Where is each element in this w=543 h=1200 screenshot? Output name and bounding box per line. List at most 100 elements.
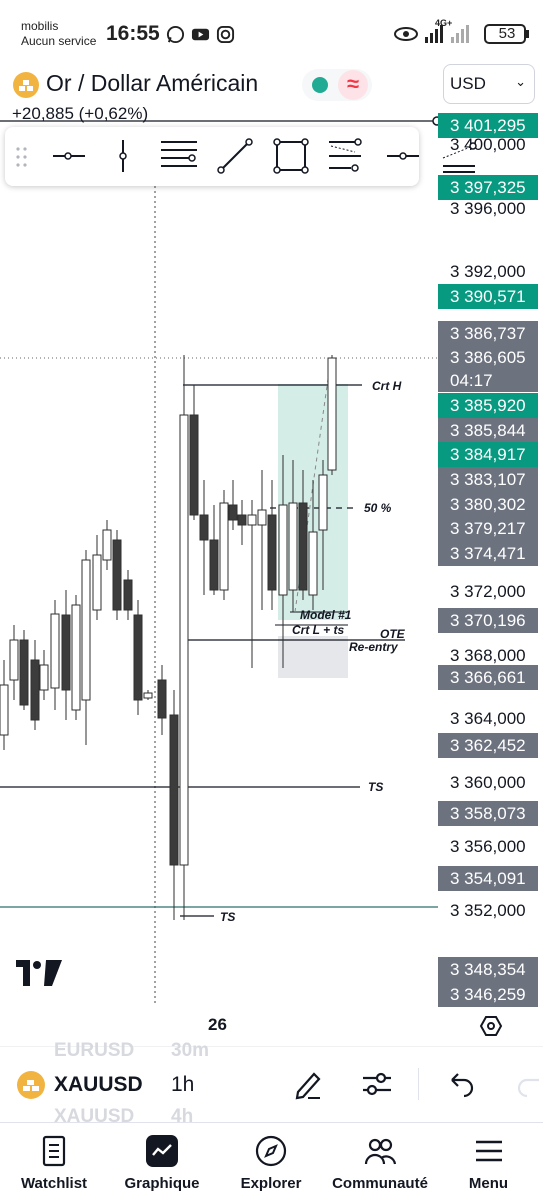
- price-axis-label: 3 360,000: [450, 773, 526, 792]
- horizontal-ray-tool-icon[interactable]: [49, 136, 89, 176]
- nav-chart[interactable]: Graphique: [108, 1123, 216, 1200]
- drag-handle-icon[interactable]: [15, 146, 29, 168]
- price-axis-label: 3 352,000: [450, 901, 526, 920]
- candle-bull: [50, 613, 60, 689]
- candle-bull: [71, 604, 81, 711]
- candle-bull: [179, 414, 189, 866]
- price-axis-label: 3 356,000: [450, 837, 526, 856]
- candle-bull: [81, 559, 91, 701]
- candle-bear: [209, 539, 219, 591]
- price-axis-label: 3 379,217: [438, 516, 538, 541]
- price-line-tool-icon[interactable]: [383, 136, 423, 176]
- candle-bull: [247, 514, 257, 526]
- candle-bear: [189, 414, 199, 516]
- price-axis-label: 3 384,917: [438, 442, 538, 467]
- candle-bear: [133, 614, 143, 701]
- candle-bull: [288, 502, 298, 591]
- candle-bear: [267, 514, 277, 591]
- gold-symbol-logo: [13, 72, 39, 98]
- parallel-channel-tool-icon[interactable]: [439, 136, 479, 176]
- candle-bear: [199, 514, 209, 541]
- rectangle-tool-icon[interactable]: [271, 136, 311, 176]
- market-status-pill[interactable]: ≈: [302, 69, 372, 101]
- interval-button[interactable]: 1h: [171, 1073, 194, 1097]
- annotation-model: Model #1: [300, 608, 352, 622]
- nav-watchlist[interactable]: Watchlist: [0, 1123, 108, 1200]
- price-axis-label: 3 346,259: [438, 982, 538, 1007]
- annotation-ts-1: TS: [368, 780, 383, 794]
- chart-settings-icon[interactable]: [479, 1014, 503, 1038]
- price-axis-label: 3 362,452: [438, 733, 538, 758]
- nav-menu[interactable]: Menu: [434, 1123, 543, 1200]
- candle-bear: [228, 504, 238, 521]
- price-axis-label: 3 383,107: [438, 467, 538, 492]
- prev-symbol-ghost: EURUSD: [54, 1040, 135, 1061]
- price-axis-label: 3 370,196: [438, 608, 538, 633]
- trend-line-tool-icon[interactable]: [215, 136, 255, 176]
- nav-explore[interactable]: Explorer: [216, 1123, 326, 1200]
- nav-explore-label: Explorer: [240, 1175, 302, 1192]
- gold-bars-icon: [23, 1080, 39, 1091]
- horizontal-lines-tool-icon[interactable]: [159, 136, 199, 176]
- candle-bull: [0, 684, 9, 736]
- price-axis-label: 3 386,737: [438, 321, 538, 346]
- chart-active-icon: [146, 1135, 178, 1167]
- drawing-toolbar: [5, 127, 477, 186]
- indicators-settings-icon[interactable]: [359, 1066, 395, 1102]
- market-open-icon: [312, 77, 328, 93]
- candle-bull: [318, 474, 328, 531]
- candle-bear: [237, 514, 247, 526]
- nav-watchlist-label: Watchlist: [20, 1175, 88, 1192]
- symbol-logo: [17, 1071, 45, 1099]
- chart-line-icon: [152, 1144, 172, 1156]
- candle-bull: [327, 357, 337, 471]
- nav-chart-label: Graphique: [124, 1175, 200, 1192]
- currency-select[interactable]: USD ⌄: [443, 64, 535, 104]
- undo-icon[interactable]: [442, 1066, 478, 1102]
- delayed-data-icon: ≈: [338, 70, 368, 100]
- candle-bear: [157, 679, 167, 719]
- candle-bear: [112, 539, 122, 611]
- annotation-crt-l: Crt L + ts: [292, 623, 344, 637]
- app-root: mobilis Aucun service 16:55 4G+ 53 Crt H…: [0, 0, 543, 1200]
- community-icon: [364, 1138, 397, 1165]
- annotation-ts-2: TS: [220, 910, 235, 924]
- candle-bull: [9, 639, 19, 681]
- annotation-crt-h: Crt H: [372, 379, 402, 393]
- symbol-ticker-button[interactable]: XAUUSD: [54, 1073, 143, 1097]
- annotation-ote: OTE: [380, 627, 406, 641]
- price-axis-label: 3 380,302: [438, 492, 538, 517]
- nav-community[interactable]: Communauté: [326, 1123, 434, 1200]
- candle-bull: [257, 509, 267, 526]
- price-axis-label: 3 374,471: [438, 541, 538, 566]
- current-price-label: 3 386,605 04:17: [438, 346, 538, 392]
- current-price-value: 3 386,605: [450, 348, 526, 367]
- candle-bear: [19, 639, 29, 706]
- price-axis-label: 3 354,091: [438, 866, 538, 891]
- price-axis-label: 3 366,661: [438, 665, 538, 690]
- fib-retracement-tool-icon[interactable]: [325, 136, 365, 176]
- candle-bull: [39, 664, 49, 691]
- candle-bear: [298, 502, 308, 591]
- price-axis-label: 3 385,920: [438, 393, 538, 418]
- price-change: +20,885 (+0,62%): [12, 104, 149, 123]
- price-axis-label: 3 390,571: [438, 284, 538, 309]
- compass-icon: [255, 1135, 287, 1167]
- tradingview-logo-icon: [16, 960, 62, 986]
- price-axis-label: 3 372,000: [450, 582, 526, 601]
- candle-bear: [169, 714, 179, 866]
- prev-interval-ghost: 30m: [171, 1040, 210, 1061]
- redo-icon[interactable]: [513, 1066, 543, 1102]
- candle-bull: [219, 502, 229, 591]
- time-axis-date: 26: [208, 1015, 227, 1034]
- drawing-pencil-icon[interactable]: [290, 1066, 326, 1102]
- symbol-title[interactable]: Or / Dollar Américain: [46, 70, 258, 97]
- nav-menu-label: Menu: [468, 1175, 509, 1192]
- currency-value: USD: [450, 74, 486, 93]
- candle-bear: [123, 579, 133, 611]
- vertical-line-tool-icon[interactable]: [103, 136, 143, 176]
- nav-community-label: Communauté: [332, 1175, 428, 1192]
- annotation-fifty-percent: 50 %: [364, 501, 392, 515]
- candle-bull: [278, 504, 288, 596]
- gold-bars-icon: [19, 80, 33, 91]
